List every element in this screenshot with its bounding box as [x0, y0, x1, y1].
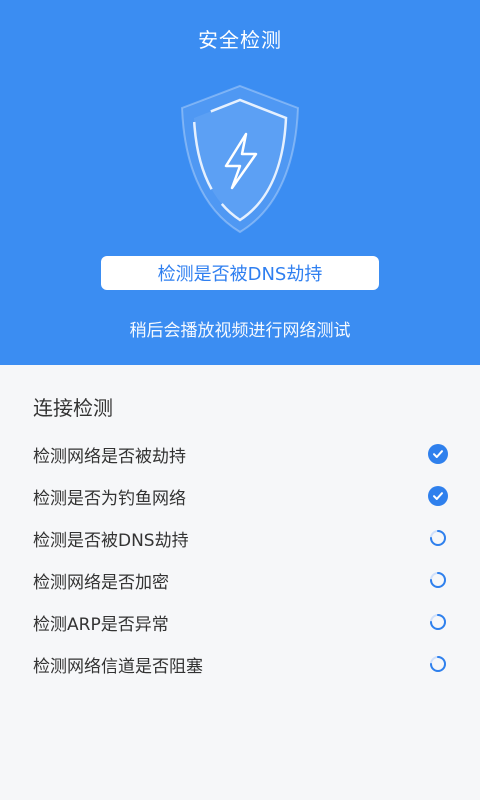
check-item-dns: 检测是否被DNS劫持	[0, 517, 480, 559]
check-label: 检测是否被DNS劫持	[33, 531, 189, 551]
checkmark-icon	[428, 486, 448, 506]
status-pill: 检测是否被DNS劫持	[101, 256, 379, 290]
check-item-channel: 检测网络信道是否阻塞	[0, 643, 480, 685]
check-item-hijack: 检测网络是否被劫持	[0, 433, 480, 475]
check-label: 检测网络是否加密	[33, 573, 169, 593]
check-done-icon	[428, 486, 448, 506]
check-item-encrypt: 检测网络是否加密	[0, 559, 480, 601]
check-label: 检测是否为钓鱼网络	[33, 489, 186, 509]
check-label: 检测网络是否被劫持	[33, 447, 186, 467]
app-screen: 安全检测 检测是否被DNS劫持 稍后会播放视频进行网络测试 连接检测 检测网络是…	[0, 0, 480, 800]
shield-lightning-icon	[180, 84, 300, 234]
hero-subtext: 稍后会播放视频进行网络测试	[129, 321, 351, 341]
loading-spinner-icon	[428, 612, 448, 632]
check-label: 检测ARP是否异常	[33, 615, 169, 635]
check-list: 检测网络是否被劫持 检测是否为钓鱼网络 检测是否被DNS劫持 检测网络是否加密 …	[0, 433, 480, 685]
check-item-arp: 检测ARP是否异常	[0, 601, 480, 643]
check-label: 检测网络信道是否阻塞	[33, 657, 203, 677]
page-title: 安全检测	[198, 28, 282, 52]
loading-spinner-icon	[428, 654, 448, 674]
section-title: 连接检测	[33, 396, 113, 420]
check-done-icon	[428, 444, 448, 464]
loading-spinner-icon	[428, 570, 448, 590]
checkmark-icon	[428, 444, 448, 464]
hero-panel: 安全检测 检测是否被DNS劫持 稍后会播放视频进行网络测试	[0, 0, 480, 365]
loading-spinner-icon	[428, 528, 448, 548]
check-item-phishing: 检测是否为钓鱼网络	[0, 475, 480, 517]
